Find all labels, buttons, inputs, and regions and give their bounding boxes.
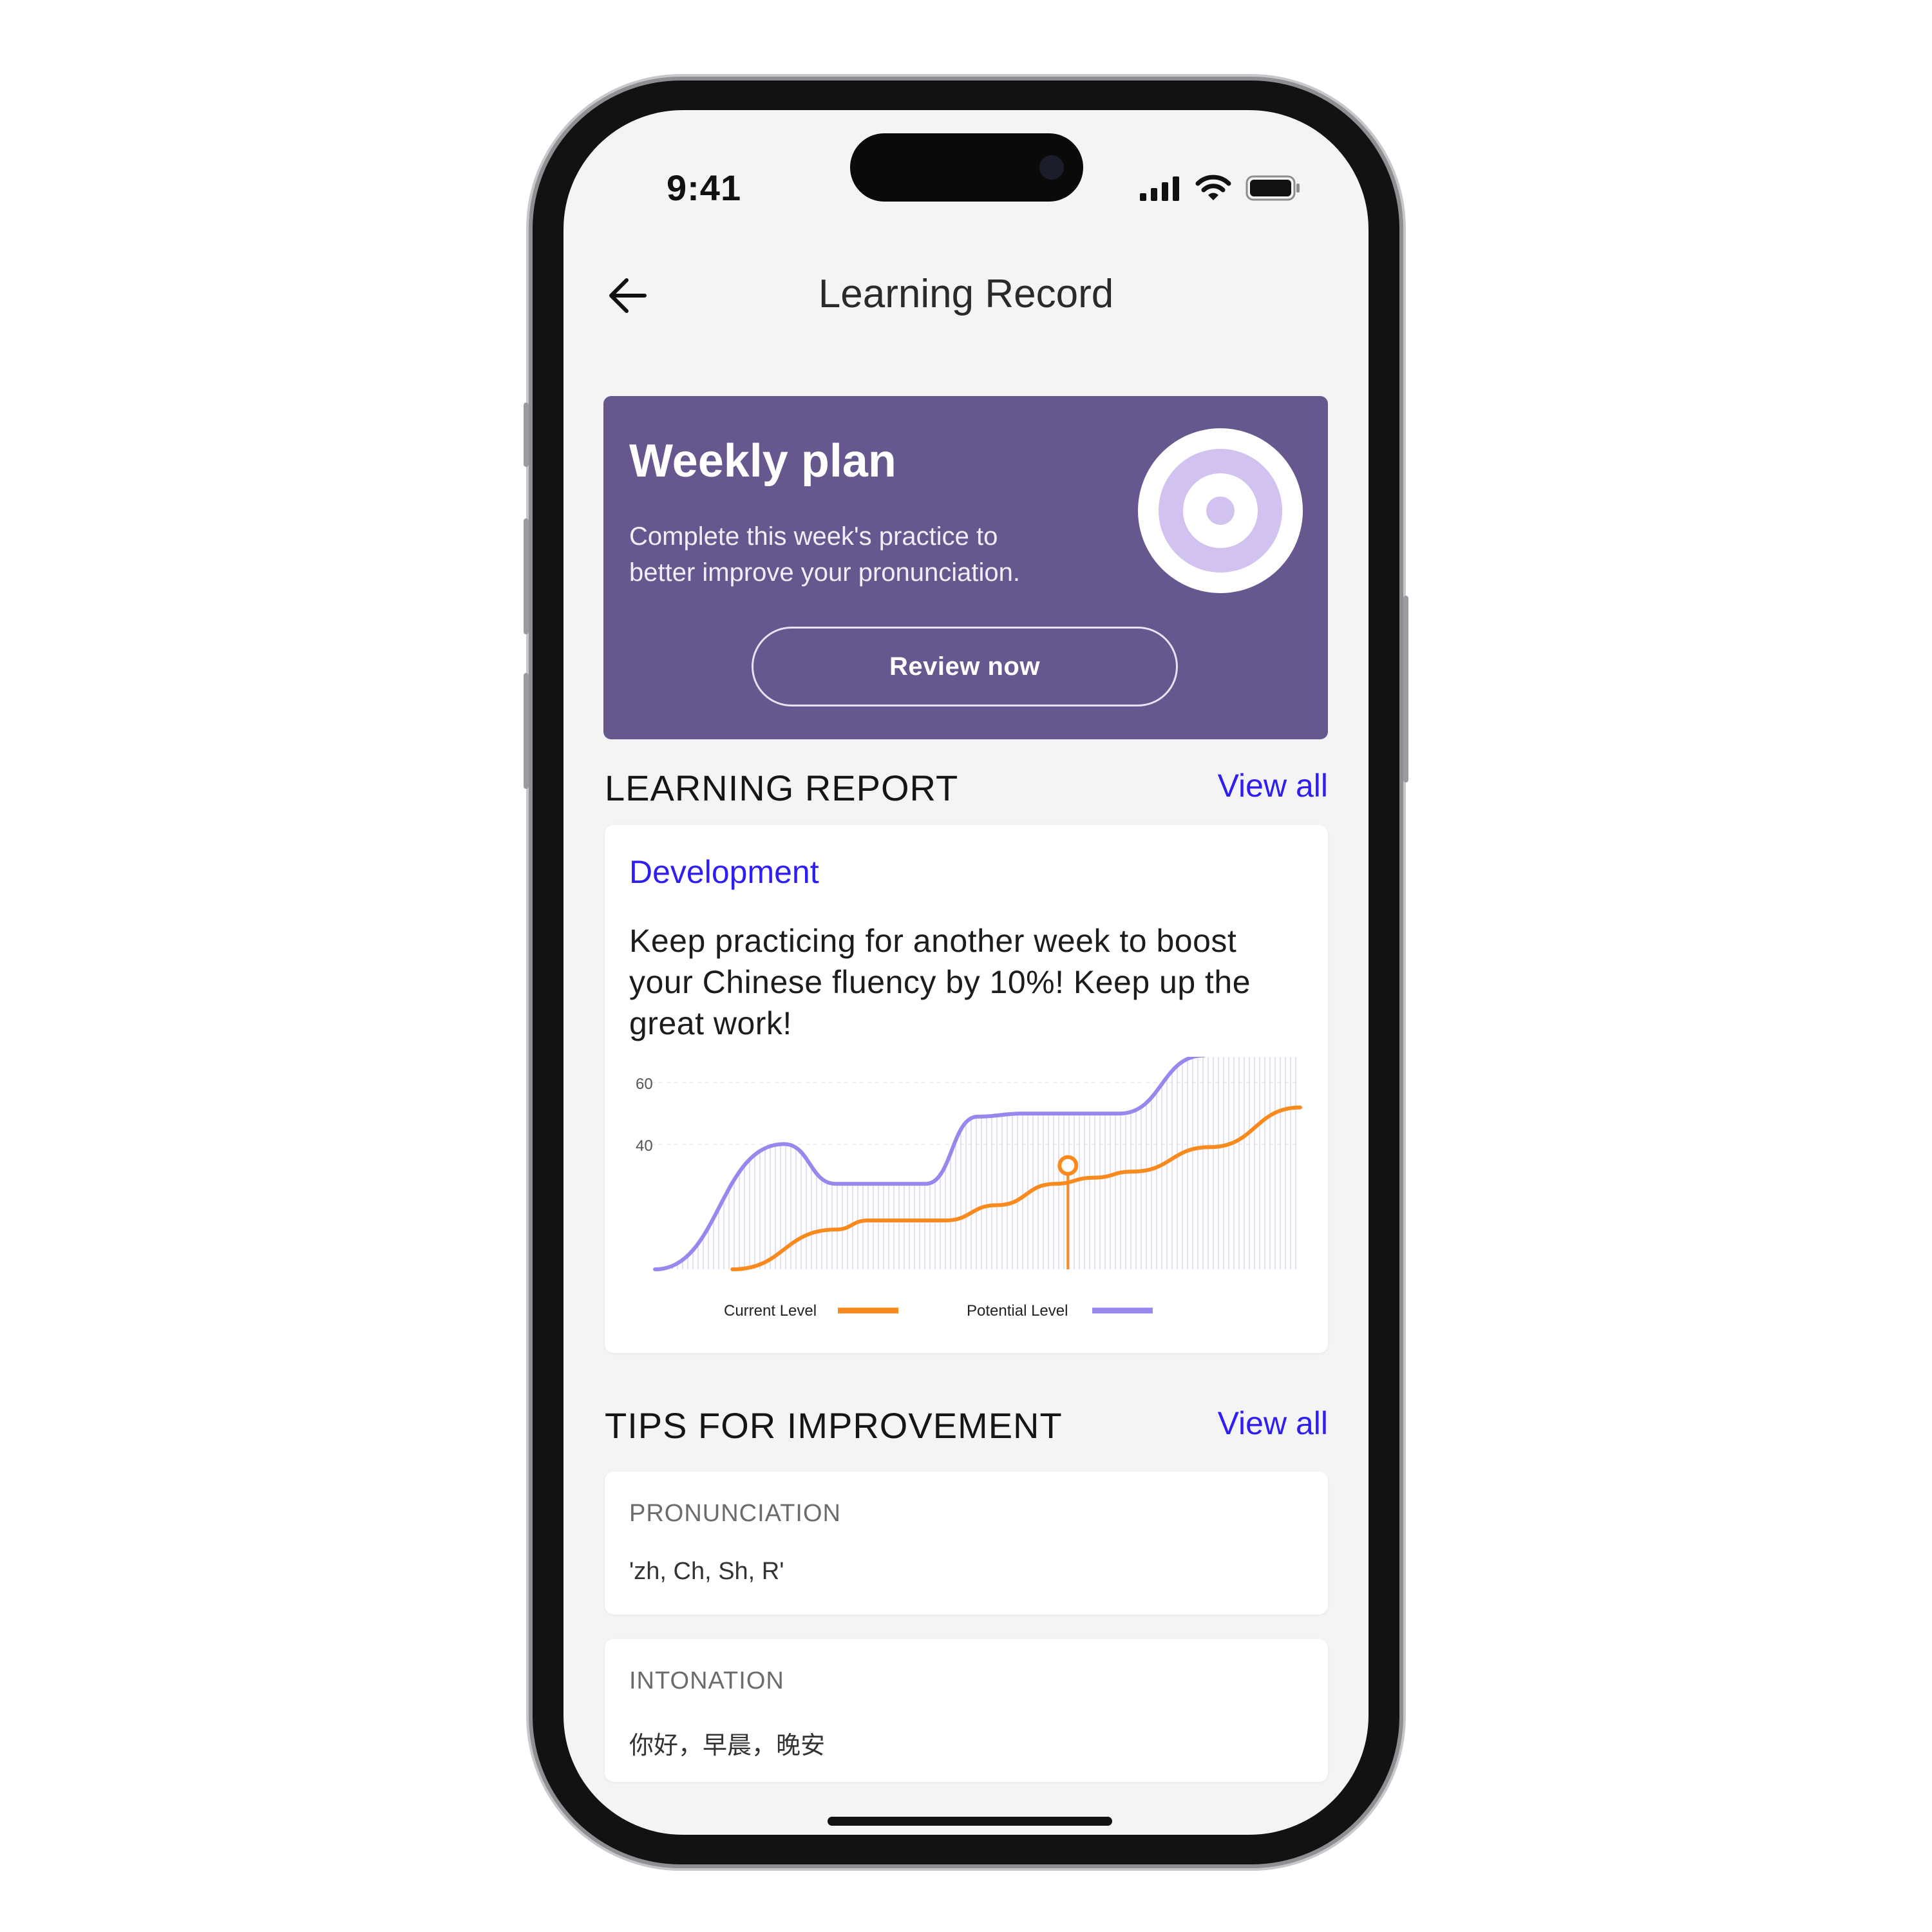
home-indicator [828,1817,1112,1826]
camera-icon [1039,155,1064,180]
tips-view-all-link[interactable]: View all [1218,1405,1328,1442]
power-button [1403,596,1408,782]
weekly-plan-description-line: better improve your pronunciation. [629,558,1020,587]
weekly-plan-title: Weekly plan [629,435,896,487]
learning-report-title: LEARNING REPORT [605,768,959,808]
legend-label-current: Current Level [724,1302,817,1320]
report-message: Keep practicing for another week to boos… [629,923,1251,1041]
volume-up-button [524,518,529,634]
highlight-point[interactable] [1057,1155,1079,1176]
tip-label: INTONATION [629,1667,784,1694]
status-bar: 9:41 [564,110,1368,226]
tips-title: TIPS FOR IMPROVEMENT [605,1405,1063,1446]
tip-label: PRONUNCIATION [629,1500,841,1527]
tip-card-pronunciation[interactable]: PRONUNCIATION 'zh, Ch, Sh, R' [605,1472,1328,1615]
tip-value: 'zh, Ch, Sh, R' [629,1558,784,1585]
tip-card-intonation[interactable]: INTONATION 你好，早晨，晚安 [605,1639,1328,1782]
battery-icon [1245,175,1300,201]
wifi-icon [1195,175,1231,200]
dynamic-island [850,133,1083,202]
target-icon [1138,428,1303,593]
status-time: 9:41 [667,167,742,208]
report-subtitle: Development [629,854,819,890]
navigation-bar: Learning Record [564,258,1368,329]
signal-icon [1140,176,1179,201]
learning-report-card: Development Keep practicing for another … [605,825,1328,1353]
tip-value: 你好，早晨，晚安 [629,1732,826,1759]
weekly-plan-description: Complete this week's practice to better … [629,518,1093,591]
y-tick-label: 60 [636,1075,653,1093]
tips-header: TIPS FOR IMPROVEMENT View all [603,1398,1328,1450]
weekly-plan-card: Weekly plan Complete this week's practic… [603,396,1328,739]
learning-report-header: LEARNING REPORT View all [603,761,1328,812]
page-title: Learning Record [818,272,1114,316]
weekly-plan-description-line: Complete this week's practice to [629,522,998,551]
action-button [524,402,529,467]
learning-report-view-all-link[interactable]: View all [1218,767,1328,804]
legend-label-potential: Potential Level [967,1302,1068,1320]
potential-area [655,1057,1300,1269]
review-now-button[interactable]: Review now [752,627,1178,706]
y-tick-label: 40 [636,1137,653,1155]
development-chart: 60 40 Current Level Potential Level [636,1057,1302,1320]
volume-down-button [524,673,529,789]
app-screen: 9:41 Learning Record Weekly plan Complet… [564,110,1368,1835]
status-icons [1140,175,1301,202]
phone-frame: 9:41 Learning Record Weekly plan Complet… [524,80,1408,1864]
